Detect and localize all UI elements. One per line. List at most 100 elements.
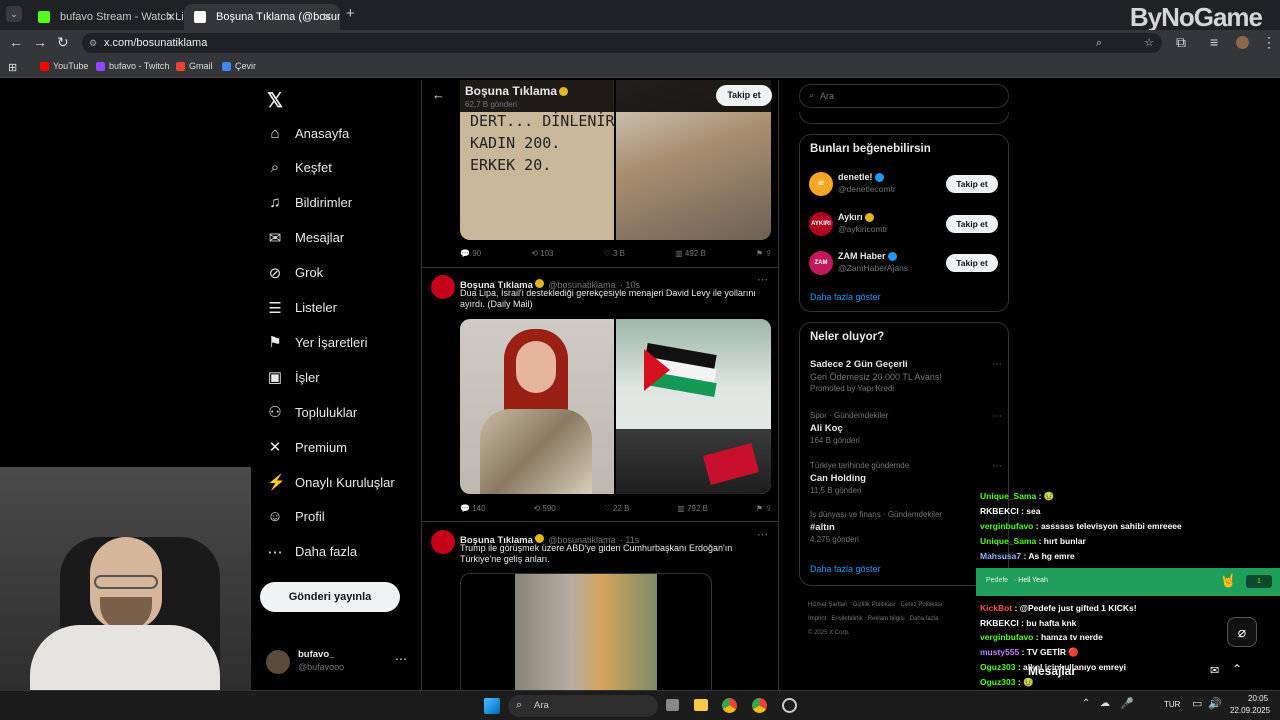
bookmark-icon[interactable]: ⚑ ⇪	[756, 249, 772, 258]
sidebar-item-profil[interactable]: ☺ Profil	[267, 506, 324, 528]
footer-link[interactable]: Reklam bilgisi	[868, 616, 905, 622]
profile-avatar-icon[interactable]	[1236, 36, 1249, 49]
sidebar-item-grok[interactable]: ⊘ Grok	[267, 262, 323, 284]
follow-button[interactable]: Takip et	[946, 254, 998, 272]
chrome-icon[interactable]	[722, 698, 737, 713]
retweet-button[interactable]: ⟲ 590	[533, 504, 555, 513]
trend-item[interactable]: İş dünyası ve finans · Gündemdekiler #alt…	[810, 510, 1002, 554]
close-icon[interactable]: ✕	[322, 4, 332, 30]
sidebar-item-keşfet[interactable]: ⌕ Keşfet	[267, 157, 332, 179]
tweet-video[interactable]	[460, 573, 712, 690]
trend-more-icon[interactable]: ⋯	[992, 461, 1002, 472]
sidebar-item-mesajlar[interactable]: ✉ Mesajlar	[267, 227, 344, 249]
sidebar-item-topluluklar[interactable]: ⚇ Topluluklar	[267, 401, 357, 423]
tweet-image[interactable]	[460, 319, 771, 494]
bookmark-gmail[interactable]: Gmail	[176, 61, 213, 71]
like-button[interactable]: ♡ 22 B	[604, 504, 630, 513]
kick-logo-icon[interactable]: ⌀	[1227, 617, 1257, 647]
suggestion-row[interactable]: ZAM ZAM Haber @ZamHaberAjans Takip et	[800, 250, 1008, 280]
tweet-more-icon[interactable]: ⋯	[757, 273, 768, 286]
file-explorer-icon[interactable]	[694, 699, 708, 711]
follow-button[interactable]: Takip et	[946, 214, 998, 233]
new-tab-button[interactable]: +	[346, 5, 355, 22]
url-field[interactable]: ⚙ x.com/bosunatiklama ⌕ ☆	[82, 33, 1162, 53]
chrome-icon[interactable]	[752, 698, 767, 713]
zoom-icon[interactable]: ⌕	[1096, 33, 1102, 53]
chat-username[interactable]: RKBEKCI	[980, 506, 1019, 516]
suggestion-row[interactable]: d! denetle! @denetlecomtr Takip et	[800, 171, 1008, 201]
site-info-icon[interactable]: ⚙	[89, 33, 97, 53]
bookmark-translate[interactable]: Çevir	[222, 61, 256, 71]
footer-link[interactable]: Daha fazla	[910, 616, 939, 622]
footer-link[interactable]: Erişilebilirlik	[831, 616, 862, 622]
suggestion-row[interactable]: AYKIRI Aykırı @aykiricomtr Takip et	[800, 211, 1008, 241]
app-icon[interactable]	[782, 698, 797, 713]
sidebar-item-premium[interactable]: ✕ Premium	[267, 436, 347, 458]
sidebar-item-onaylı-kuruluşlar[interactable]: ⚡ Onaylı Kuruluşlar	[267, 471, 395, 493]
bookmark-youtube[interactable]: YouTube	[40, 61, 88, 71]
footer-link[interactable]: Imprint	[808, 616, 826, 622]
reply-button[interactable]: 💬 140	[460, 504, 486, 513]
messages-icon[interactable]: ✉	[1210, 664, 1219, 677]
microphone-icon[interactable]: 🎤	[1120, 697, 1134, 710]
chat-username[interactable]: Unique_Sama	[980, 536, 1036, 546]
retweet-button[interactable]: ⟲ 103	[531, 249, 553, 258]
apps-grid-icon[interactable]: ⊞	[8, 61, 17, 74]
volume-icon[interactable]: 🔊	[1208, 697, 1222, 710]
trend-item[interactable]: Türkiye tarihinde gündemde Can Holding 11,…	[810, 461, 1002, 505]
reply-button[interactable]: 💬 90	[460, 249, 481, 258]
sidebar-item-bildirimler[interactable]: ♫ Bildirimler	[267, 192, 352, 214]
menu-kebab-icon[interactable]: ⋮	[1262, 34, 1276, 51]
clock-time[interactable]: 20:05	[1248, 694, 1268, 703]
chat-username[interactable]: RKBEKCI	[980, 618, 1019, 628]
forward-icon[interactable]: →	[33, 34, 47, 50]
tab-list-icon[interactable]: ⌄	[6, 6, 22, 22]
chat-username[interactable]: Oguz303	[980, 677, 1015, 687]
follow-button[interactable]: Takip et	[946, 175, 998, 193]
language-indicator[interactable]: TUR	[1164, 700, 1180, 709]
account-switcher[interactable]: bufavo_ @bufavooo ⋯	[266, 648, 411, 678]
show-more-link[interactable]: Daha fazla göster	[810, 564, 881, 574]
extensions-icon[interactable]: ⧉	[1176, 34, 1186, 51]
clock-date[interactable]: 22.09.2025	[1230, 706, 1270, 715]
tweet[interactable]: Boşuna Tıklama @bosunatiklama · 11s ⋯ Tr…	[422, 523, 778, 690]
search-input[interactable]: ⌕ Ara	[799, 84, 1009, 108]
sidebar-item-yer-i̇şaretleri[interactable]: ⚑ Yer İşaretleri	[267, 331, 367, 353]
close-icon[interactable]: ✕	[166, 4, 176, 30]
media-icon[interactable]: ≡	[1210, 34, 1218, 50]
back-arrow-icon[interactable]: ←	[432, 87, 445, 102]
sidebar-item-i̇şler[interactable]: ▣ İşler	[267, 366, 320, 388]
tab-kick-stream[interactable]: bufavo Stream - Watch Live on ✕	[28, 4, 184, 30]
footer-link[interactable]: Gizlilik Politikası	[853, 602, 896, 608]
bookmark-star-icon[interactable]: ☆	[1144, 33, 1154, 53]
tweet-more-icon[interactable]: ⋯	[757, 528, 768, 541]
follow-button[interactable]: Takip et	[716, 85, 772, 106]
task-view-icon[interactable]	[666, 699, 679, 711]
chat-username[interactable]: verginbufavo	[980, 521, 1033, 531]
chat-username[interactable]: KickBot	[980, 603, 1012, 613]
chat-username[interactable]: Mahsusa7	[980, 551, 1021, 561]
sidebar-item-anasayfa[interactable]: ⌂ Anasayfa	[267, 122, 349, 144]
sidebar-item-daha-fazla[interactable]: ⋯ Daha fazla	[267, 541, 358, 563]
trend-more-icon[interactable]: ⋯	[992, 411, 1002, 422]
views-button[interactable]: ▥ 792 B	[677, 504, 708, 513]
network-icon[interactable]: ▭	[1192, 697, 1202, 710]
footer-link[interactable]: Hizmet Şartları	[808, 602, 848, 608]
chat-username[interactable]: Oguz303	[980, 662, 1015, 672]
bookmark-twitch[interactable]: bufavo - Twitch	[96, 61, 169, 71]
more-icon[interactable]: ⋯	[395, 652, 407, 666]
windows-start-icon[interactable]	[484, 698, 500, 714]
cloud-icon[interactable]: ☁	[1100, 698, 1110, 709]
tray-chevron-icon[interactable]: ⌃	[1082, 698, 1090, 709]
trend-item[interactable]: Spor · Gündemdekiler Ali Koç 164 B gönderi…	[810, 411, 1002, 455]
post-button[interactable]: Gönderi yayınla	[260, 582, 400, 612]
messages-label[interactable]: Mesajlar	[1028, 664, 1076, 678]
trend-item[interactable]: Sadece 2 Gün Geçerli Geri Ödemesiz 20.000…	[810, 359, 1002, 403]
back-icon[interactable]: ←	[9, 34, 23, 50]
chat-username[interactable]: verginbufavo	[980, 632, 1033, 642]
bookmark-icon[interactable]: ⚑ ⇪	[756, 504, 772, 513]
tab-x-profile[interactable]: Boşuna Tıklama (@bosunatiklam ✕	[184, 4, 340, 30]
show-more-link[interactable]: Daha fazla göster	[810, 292, 881, 302]
x-logo-icon[interactable]: 𝕏	[267, 88, 283, 113]
chat-username[interactable]: musty555	[980, 647, 1019, 657]
